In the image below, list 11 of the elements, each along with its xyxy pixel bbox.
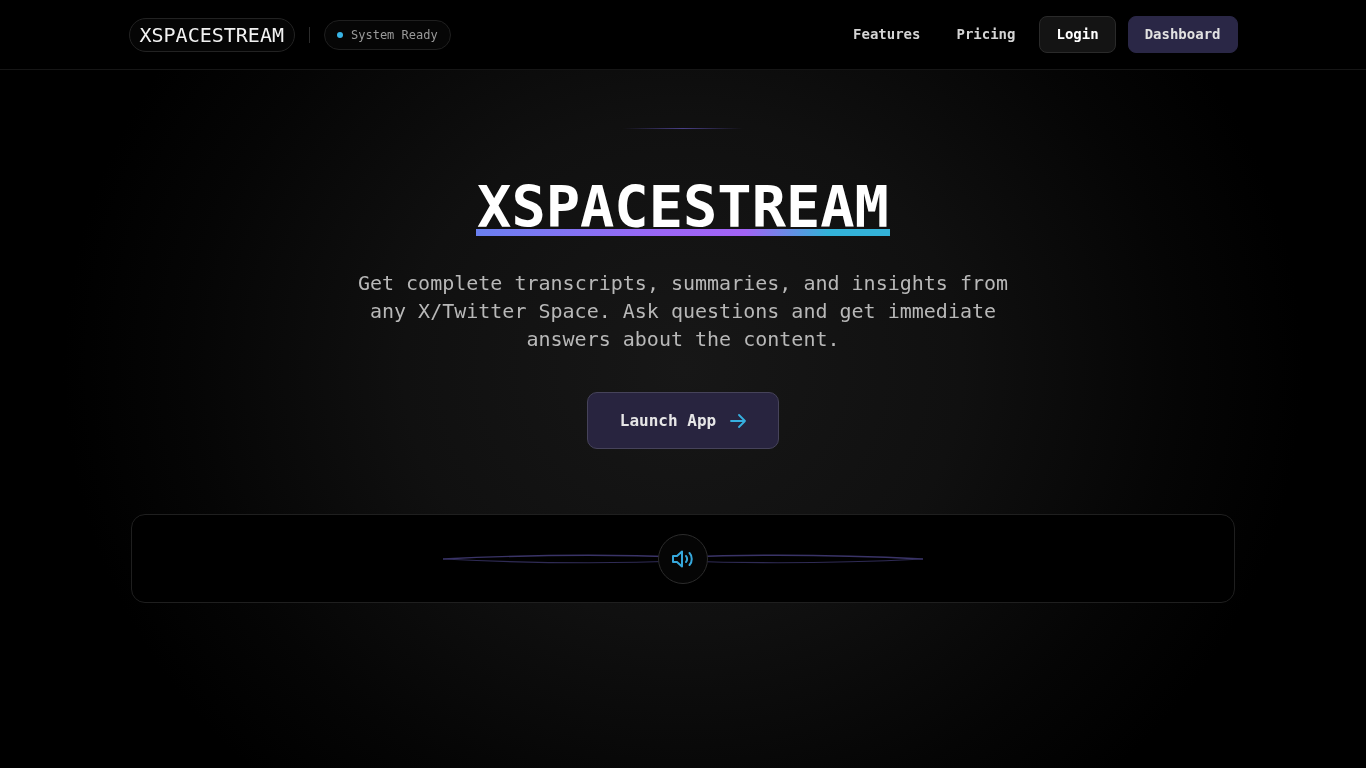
launch-app-button[interactable]: Launch App	[586, 392, 780, 449]
login-button[interactable]: Login	[1039, 16, 1116, 53]
arrow-right-icon	[730, 413, 747, 428]
nav-link[interactable]: Features	[841, 16, 933, 53]
nav-link[interactable]: Pricing	[944, 16, 1028, 53]
brand-logo[interactable]: XSPACESTREAM	[128, 17, 295, 52]
hero-description: Get complete transcripts, summaries, and insights from any X/Twitter Space. Ask questions and get immediate answers about the content.	[356, 270, 1010, 353]
status-dot-icon	[337, 31, 343, 38]
speaker-button[interactable]	[658, 533, 708, 584]
dashboard-button[interactable]: Dashboard	[1127, 16, 1238, 53]
status-text: System Ready	[351, 26, 438, 44]
